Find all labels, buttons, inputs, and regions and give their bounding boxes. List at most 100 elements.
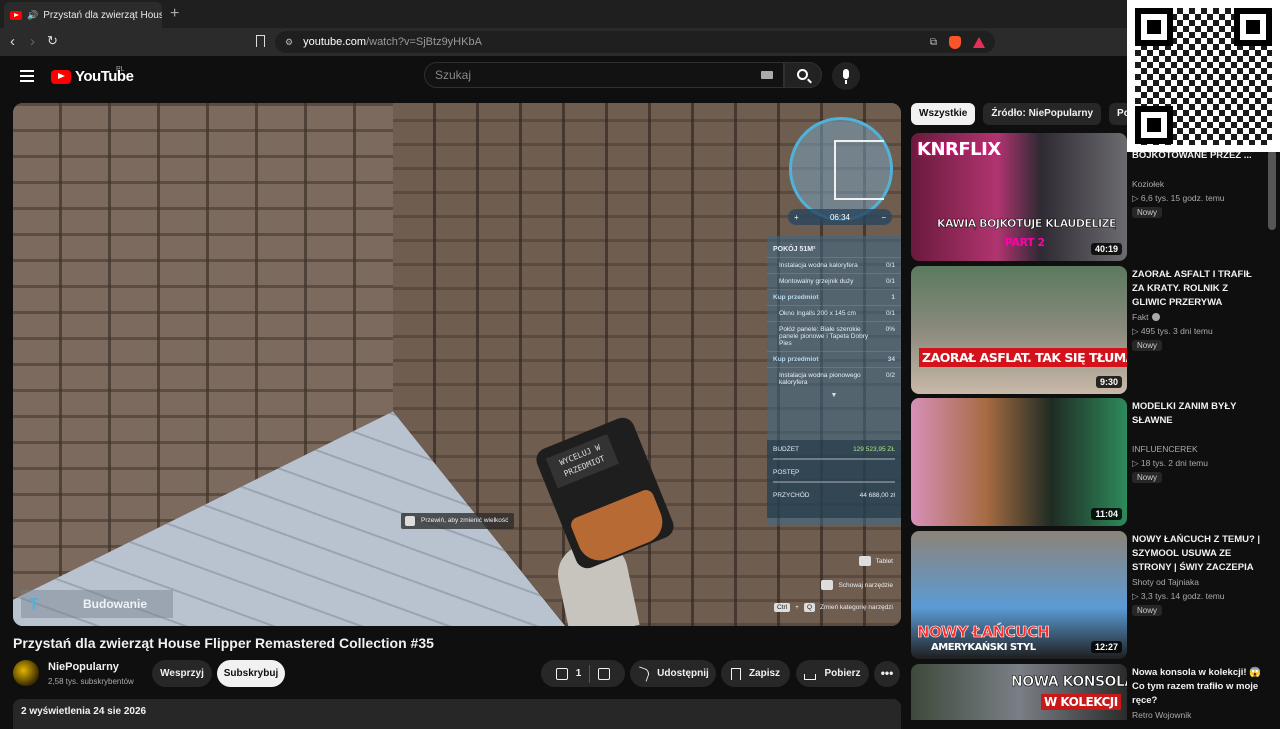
reload-icon[interactable]: ↻ — [47, 33, 58, 49]
video-thumbnail[interactable]: NOWA KONSOLA W KOLEKCJI — [911, 664, 1127, 720]
youtube-favicon-icon — [10, 10, 22, 20]
new-badge: Nowy — [1132, 340, 1163, 351]
site-settings-icon[interactable]: ⚙ — [285, 37, 293, 48]
thumb-text: KNRFLIX — [917, 139, 1001, 160]
control-tablet: Tablet — [858, 556, 893, 566]
share-icon — [635, 665, 651, 682]
forward-icon[interactable]: › — [30, 33, 35, 50]
brave-shield-icon[interactable] — [949, 35, 961, 49]
thumb-text: KAWIĄ BOJKOTUJE KLAUDELIZĘ — [937, 217, 1117, 231]
expand-tasks-icon: ▼ — [830, 392, 838, 399]
tablet-key-icon — [858, 556, 871, 566]
menu-icon[interactable] — [20, 70, 34, 82]
chip-source[interactable]: Źródło: NiePopularny — [983, 103, 1102, 125]
video-thumbnail[interactable]: 11:04 — [911, 398, 1127, 526]
build-mode-indicator: T Budowanie — [21, 590, 173, 618]
download-label: Pobierz — [824, 668, 861, 679]
like-icon[interactable] — [555, 667, 568, 680]
download-button[interactable]: Pobierz — [796, 660, 869, 687]
recommended-video[interactable]: ZAORAŁ ASFLAT. TAK SIĘ TŁUMACZY! 9:30 ZA… — [911, 266, 1271, 394]
video-title[interactable]: ZAORAŁ ASFALT I TRAFIŁ ZA KRATY. ROLNIK … — [1132, 268, 1262, 310]
video-title: Przystań dla zwierząt House Flipper Rema… — [13, 635, 434, 651]
progress-label: POSTĘP — [773, 469, 800, 476]
zoom-out-icon: − — [881, 212, 886, 222]
video-title[interactable]: MODELKI ZANIM BYŁY SŁAWNE — [1132, 400, 1262, 428]
income-label: PRZYCHÓD — [773, 492, 810, 499]
qr-code — [1127, 0, 1280, 152]
share-button[interactable]: Udostępnij — [630, 660, 716, 687]
bookmark-icon[interactable] — [256, 35, 265, 47]
task-section: Kup przedmiot 1 — [767, 289, 901, 305]
search-icon — [797, 69, 808, 80]
video-thumbnail[interactable]: KNRFLIX KAWIĄ BOJKOTUJE KLAUDELIZĘ PART … — [911, 133, 1127, 261]
recommended-video[interactable]: 11:04 MODELKI ZANIM BYŁY SŁAWNE INFLUENC… — [911, 398, 1271, 526]
save-button[interactable]: Zapisz — [721, 660, 790, 687]
voice-search-button[interactable] — [832, 62, 860, 90]
channel-name[interactable]: INFLUENCEREK — [1132, 444, 1198, 454]
new-badge: Nowy — [1132, 207, 1163, 218]
control-hide-tool: Schowaj narzędzie — [821, 580, 893, 590]
channel-name[interactable]: NiePopularny — [48, 661, 119, 673]
verified-icon — [1151, 313, 1160, 321]
qr-finder-bottom-left — [1135, 106, 1173, 144]
url-path: /watch?v=SjBtz9yHKbA — [366, 36, 482, 48]
video-title[interactable]: NOWY ŁAŃCUCH Z TEMU? | SZYMOOL USUWA ZE … — [1132, 533, 1262, 575]
sidebar-scrollbar[interactable] — [1268, 150, 1276, 230]
channel-name[interactable]: Koziołek — [1132, 179, 1164, 189]
device-screen: WYCELUJ W PRZEDMIOT — [545, 433, 620, 489]
task-label: Instalacja wodna kaloryfera — [779, 262, 858, 269]
brave-rewards-icon[interactable] — [973, 36, 985, 48]
room-title: POKÓJ 51M² — [773, 246, 816, 253]
task-count: 0/1 — [885, 278, 895, 285]
progress-bar — [773, 481, 895, 483]
dislike-icon[interactable] — [598, 667, 611, 680]
channel-name-text: Fakt — [1132, 312, 1149, 322]
budget-label: BUDŻET — [773, 446, 799, 453]
control-tablet-label: Tablet — [875, 557, 893, 565]
video-duration: 11:04 — [1091, 508, 1122, 520]
build-mode-label: Budowanie — [83, 597, 148, 611]
video-thumbnail[interactable]: ZAORAŁ ASFLAT. TAK SIĘ TŁUMACZY! 9:30 — [911, 266, 1127, 394]
channel-name[interactable]: Shoty od Tajniaka — [1132, 577, 1199, 587]
task-count: 34 — [887, 356, 895, 363]
task-label: Okno Ingalls 200 x 145 cm — [779, 310, 856, 317]
browser-tab[interactable]: 🔊 Przystań dla zwierząt House Flipper ✕ — [4, 2, 162, 28]
video-thumbnail[interactable]: NOWY ŁAŃCUCH AMERYKAŃSKI STYL 12:27 — [911, 531, 1127, 659]
recommended-video[interactable]: KNRFLIX KAWIĄ BOJKOTUJE KLAUDELIZĘ PART … — [911, 133, 1271, 261]
new-tab-button[interactable]: + — [170, 5, 179, 23]
channel-name[interactable]: Retro Wojownik — [1132, 710, 1191, 720]
search-button[interactable] — [784, 62, 822, 88]
video-duration: 40:19 — [1090, 243, 1122, 255]
tab-title: Przystań dla zwierząt House Flipper — [43, 9, 162, 21]
video-player[interactable]: + 06:34 − POKÓJ 51M² Instalacja wodna ka… — [13, 103, 901, 626]
back-icon[interactable]: ‹ — [10, 33, 15, 50]
like-count[interactable]: 1 — [576, 668, 582, 679]
open-in-icon[interactable]: ⧉ — [930, 37, 937, 48]
more-actions-button[interactable]: ••• — [874, 661, 900, 687]
recommended-video[interactable]: NOWY ŁAŃCUCH AMERYKAŃSKI STYL 12:27 NOWY… — [911, 531, 1271, 659]
zoom-in-icon: + — [794, 212, 799, 222]
speaker-icon[interactable]: 🔊 — [27, 10, 38, 21]
channel-name[interactable]: Fakt — [1132, 312, 1160, 322]
search-input[interactable]: Szukaj — [424, 62, 784, 88]
save-icon — [730, 667, 741, 680]
qr-finder-top-right — [1234, 8, 1272, 46]
video-title[interactable]: Nowa konsola w kolekcji! 😱 Co tym razem … — [1132, 666, 1262, 708]
subscribe-button[interactable]: Subskrybuj — [217, 660, 285, 687]
task-count: 0/1 — [885, 310, 895, 317]
share-label: Udostępnij — [657, 668, 709, 679]
channel-avatar[interactable] — [13, 660, 39, 686]
download-icon — [804, 673, 817, 680]
minimap-bar: + 06:34 − — [788, 209, 892, 225]
video-meta: ▷ 3,3 tys. 14 godz. temu — [1132, 591, 1225, 601]
description-box[interactable]: 2 wyświetlenia 24 sie 2026 — [13, 699, 901, 729]
recommended-video[interactable]: NOWA KONSOLA W KOLEKCJI Nowa konsola w k… — [911, 664, 1271, 720]
budget-bar — [773, 458, 895, 460]
keyboard-icon[interactable] — [761, 71, 773, 79]
thumb-text: AMERYKAŃSKI STYL — [931, 642, 1036, 653]
chip-all[interactable]: Wszystkie — [911, 103, 976, 125]
game-minimap — [789, 117, 893, 221]
support-button[interactable]: Wesprzyj — [152, 660, 212, 687]
address-bar[interactable]: ⚙ youtube.com/watch?v=SjBtz9yHKbA ⧉ — [275, 31, 995, 53]
video-duration: 9:30 — [1095, 376, 1122, 388]
